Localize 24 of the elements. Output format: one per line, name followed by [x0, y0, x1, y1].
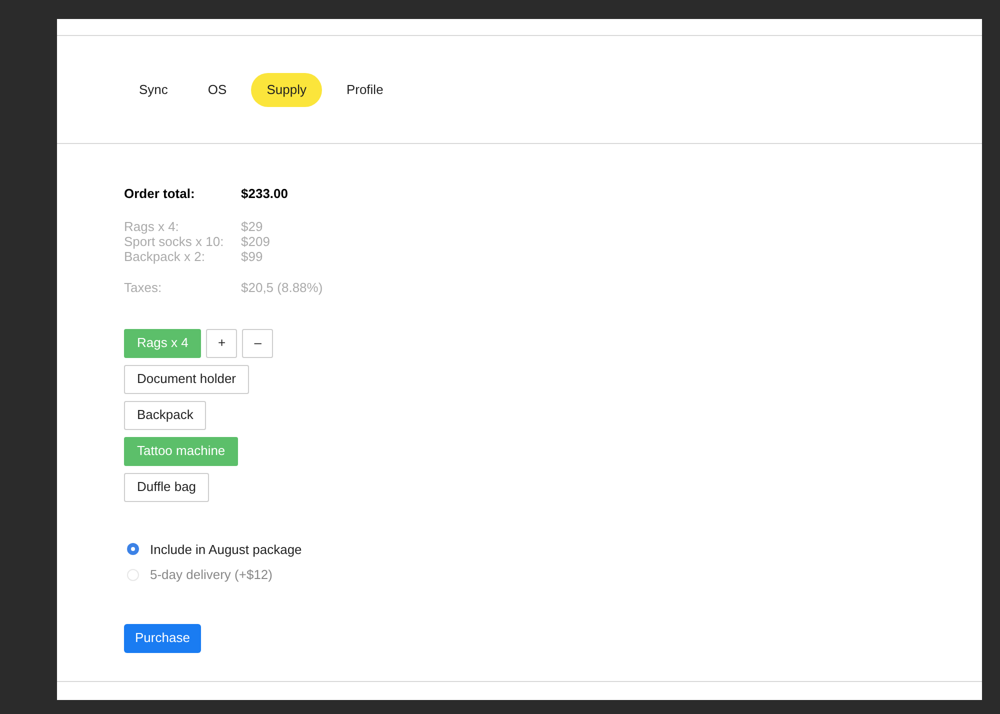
product-button[interactable]: Document holder	[124, 364, 249, 394]
option-label: 5-day delivery (+$12)	[150, 566, 272, 584]
tab[interactable]: Sync	[123, 72, 184, 106]
tab[interactable]: OS	[192, 72, 243, 106]
radio-button[interactable]	[127, 568, 139, 581]
product-button[interactable]: Backpack	[124, 400, 206, 430]
line-item-price: $29	[241, 218, 263, 234]
option-label: Include in August package	[150, 540, 302, 559]
radio-button[interactable]	[127, 543, 139, 556]
tab[interactable]: Profile	[330, 72, 400, 106]
line-item-label: Sport socks x 10:	[124, 234, 225, 248]
quantity-button[interactable]: +	[206, 328, 238, 358]
line-item-price: $209	[241, 234, 270, 248]
tab[interactable]: Supply	[250, 72, 322, 106]
order-total-value: $233.00	[241, 185, 288, 203]
line-item-label: Backpack x 2:	[124, 248, 206, 264]
line-item-price: $99	[241, 248, 263, 264]
quantity-button[interactable]: –	[242, 328, 274, 358]
product-button[interactable]: Duffle bag	[124, 472, 210, 502]
taxes-label: Taxes:	[124, 280, 163, 294]
taxes-value: $20,5 (8.88%)	[241, 280, 323, 294]
order-total-label: Order total:	[124, 185, 196, 203]
line-item-label: Rags x 4:	[124, 218, 180, 234]
purchase-button[interactable]: Purchase	[124, 624, 201, 652]
